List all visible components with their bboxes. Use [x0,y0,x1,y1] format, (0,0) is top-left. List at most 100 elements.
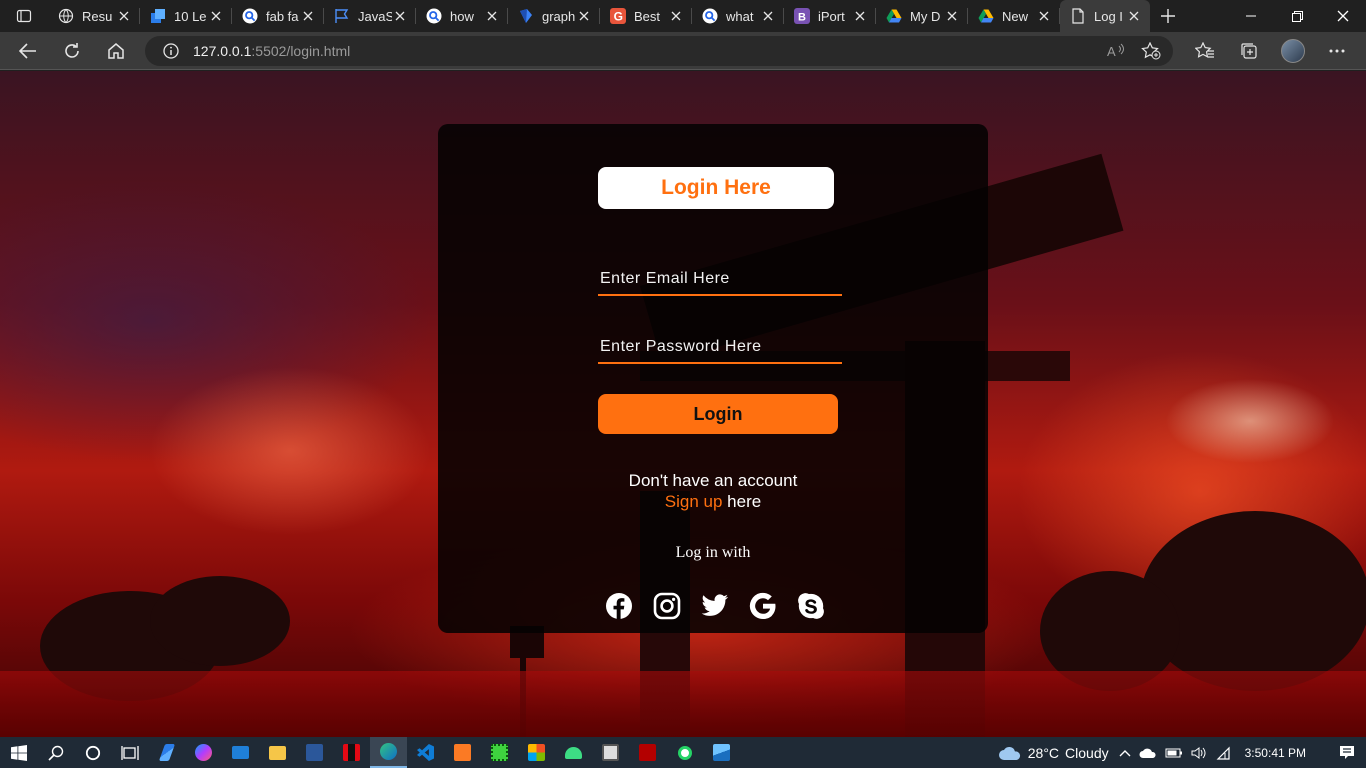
close-tab-icon[interactable] [210,10,222,22]
email-input[interactable] [598,264,842,296]
twitter-login-button[interactable] [701,592,729,620]
more-icon [1329,49,1345,53]
mail-icon [232,746,249,759]
netflix-icon [343,744,360,761]
close-tab-icon[interactable] [946,10,958,22]
google-login-button[interactable] [749,592,777,620]
minimize-button[interactable] [1228,0,1274,32]
instagram-login-button[interactable] [653,592,681,620]
close-tab-icon[interactable] [1128,10,1140,22]
close-tab-icon[interactable] [854,10,866,22]
store-icon [528,744,545,761]
favorites-button[interactable] [1183,32,1227,70]
profile-button[interactable] [1271,32,1315,70]
taskbar-app-green[interactable] [481,737,518,768]
clock[interactable]: 3:50:41 PM [1245,746,1306,760]
address-bar[interactable]: 127.0.0.1:5502/login.html A [145,36,1173,66]
weather-widget[interactable]: 28°C Cloudy [998,745,1109,761]
taskbar-app-store[interactable] [518,737,555,768]
tab-title: iPort [818,8,845,24]
word-icon [306,744,323,761]
globe-icon [58,8,74,24]
start-button[interactable] [0,737,37,768]
close-window-button[interactable] [1320,0,1366,32]
refresh-button[interactable] [50,32,94,70]
chevron-up-icon[interactable] [1119,749,1131,757]
taskbar-app-whatsapp[interactable] [666,737,703,768]
close-tab-icon[interactable] [1038,10,1050,22]
facebook-login-button[interactable] [605,592,633,620]
browser-tab[interactable]: fab fa [232,0,324,32]
close-tab-icon[interactable] [670,10,682,22]
signup-prompt: Don't have an account Sign up here [438,470,988,512]
browser-tab[interactable]: JavaS [324,0,416,32]
browser-tab[interactable]: graph [508,0,600,32]
info-icon[interactable] [163,43,179,59]
facebook-icon [606,593,632,619]
cortana-icon [85,745,100,760]
taskbar-app-edge[interactable] [370,737,407,768]
taskbar-app-word[interactable] [296,737,333,768]
skype-login-button[interactable] [797,592,825,620]
browser-tab[interactable]: 10 Le [140,0,232,32]
close-tab-icon[interactable] [486,10,498,22]
password-input[interactable] [598,332,842,364]
wifi-icon[interactable] [1215,746,1231,760]
speaker-icon[interactable] [1191,746,1207,760]
taskbar-app-messenger[interactable] [185,737,222,768]
read-aloud-icon[interactable]: A [1107,43,1125,59]
taskbar-app-calculator[interactable] [592,737,629,768]
browser-tab[interactable]: how [416,0,508,32]
folder-icon [269,745,286,760]
close-tab-icon[interactable] [578,10,590,22]
restore-button[interactable] [1274,0,1320,32]
tab-title: New [1002,8,1029,24]
battery-icon[interactable] [1165,747,1183,759]
browser-tab[interactable]: G Best [600,0,692,32]
taskbar-app-vscode[interactable] [407,737,444,768]
tab-title: Resu [82,8,113,24]
browser-tab[interactable]: Resu [48,0,140,32]
home-button[interactable] [94,32,138,70]
browser-tab[interactable]: Log I [1060,0,1150,32]
task-view-button[interactable] [111,737,148,768]
minimize-icon [1246,15,1256,17]
search-button[interactable] [37,737,74,768]
taskbar-app-netflix[interactable] [333,737,370,768]
taskbar-app-xampp[interactable] [444,737,481,768]
add-favorite-icon[interactable] [1141,42,1161,60]
weather-temperature: 28°C [1027,744,1060,761]
close-tab-icon[interactable] [118,10,130,22]
weather-description: Cloudy [1065,744,1109,761]
tab-actions-button[interactable] [0,0,48,32]
close-icon [1337,10,1349,22]
taskbar-app-photos[interactable] [703,737,740,768]
close-tab-icon[interactable] [394,10,406,22]
taskbar-app-explorer[interactable] [259,737,296,768]
browser-tab[interactable]: BiPort [784,0,876,32]
back-button[interactable] [6,32,50,70]
new-tab-button[interactable] [1150,0,1186,32]
notification-center-button[interactable] [1328,737,1366,768]
cortana-button[interactable] [74,737,111,768]
avatar [1281,39,1305,63]
url-text[interactable]: 127.0.0.1:5502/login.html [193,43,350,59]
browser-tab[interactable]: New [968,0,1060,32]
svg-text:G: G [614,10,623,24]
page-viewport: Login Here Login Don't have an account S… [0,71,1366,737]
taskbar-app-pen[interactable] [148,737,185,768]
browser-tab[interactable]: what [692,0,784,32]
browser-tab[interactable]: My D [876,0,968,32]
onedrive-icon[interactable] [1139,747,1157,759]
collections-button[interactable] [1227,32,1271,70]
login-button[interactable]: Login [598,394,838,434]
taskbar-app-android[interactable] [555,737,592,768]
settings-menu-button[interactable] [1315,32,1359,70]
close-tab-icon[interactable] [762,10,774,22]
taskbar-app-filezilla[interactable] [629,737,666,768]
signup-link[interactable]: Sign up [665,492,723,511]
close-tab-icon[interactable] [302,10,314,22]
svg-text:A: A [1107,44,1116,59]
taskbar-app-mail[interactable] [222,737,259,768]
xampp-icon [454,744,471,761]
